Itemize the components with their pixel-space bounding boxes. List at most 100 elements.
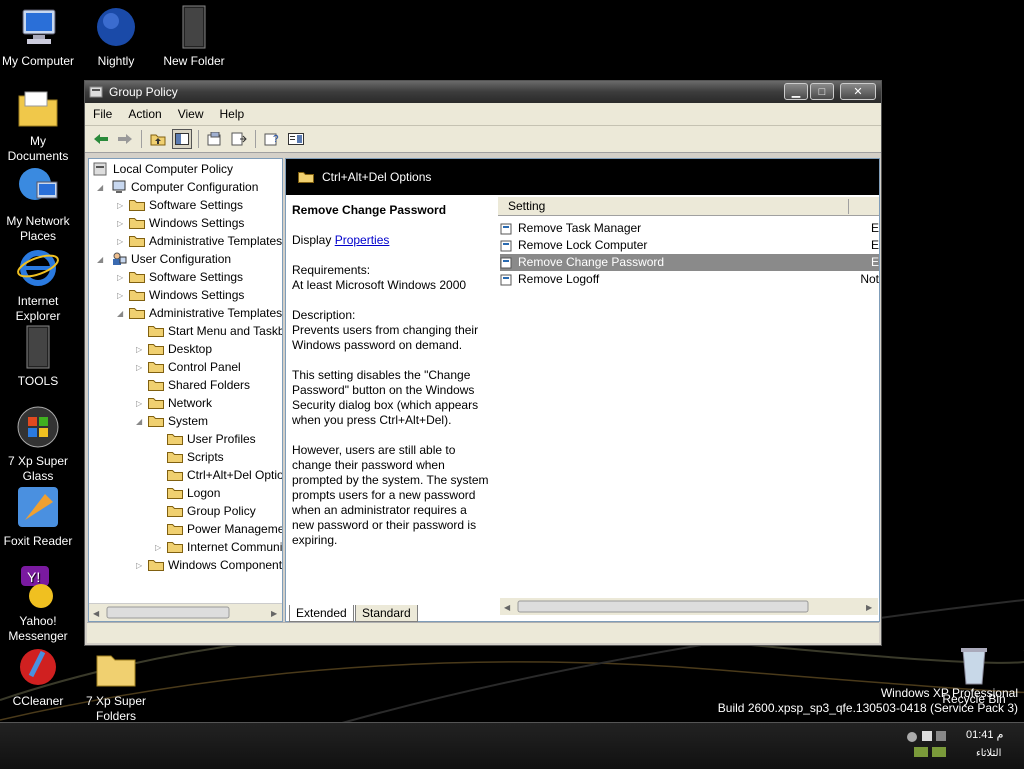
tree-item-shared-folders[interactable]: Shared Folders bbox=[148, 376, 250, 394]
menu-file[interactable]: File bbox=[85, 107, 120, 121]
tree-item-cc-software-settings[interactable]: Software Settings bbox=[129, 196, 243, 214]
expand-icon[interactable]: ▷ bbox=[117, 237, 123, 246]
folder-icon bbox=[171, 4, 217, 50]
extended-description: Remove Change Password Display Propertie… bbox=[292, 203, 492, 563]
expand-icon[interactable]: ▷ bbox=[155, 543, 161, 552]
tray-clock[interactable]: 01:41 م bbox=[966, 728, 1003, 741]
desktop-icon-new-folder[interactable]: New Folder bbox=[156, 4, 232, 69]
expand-icon[interactable]: ▷ bbox=[117, 273, 123, 282]
console-tree: Local Computer Policy ◢ Computer Configu… bbox=[88, 158, 283, 622]
desktop-icon-my-network-places[interactable]: My Network Places bbox=[0, 164, 76, 244]
help-button[interactable]: ? bbox=[262, 129, 282, 149]
tree-item-system[interactable]: System bbox=[148, 412, 208, 430]
folder-icon bbox=[167, 541, 183, 553]
tab-standard[interactable]: Standard bbox=[355, 605, 418, 622]
tree-item-cc-administrative-templates[interactable]: Administrative Templates bbox=[129, 232, 282, 250]
desktop-icon-internet-explorer[interactable]: Internet Explorer bbox=[0, 244, 76, 324]
menu-action[interactable]: Action bbox=[120, 107, 169, 121]
column-divider[interactable] bbox=[848, 199, 849, 214]
title-bar[interactable]: Group Policy ▁ □ ✕ bbox=[85, 81, 881, 103]
list-item-selected[interactable]: Remove Change Password E bbox=[500, 254, 879, 271]
tree-item-ctrl-alt-del-options[interactable]: Ctrl+Alt+Del Options bbox=[167, 466, 282, 484]
expand-icon[interactable]: ▷ bbox=[136, 345, 142, 354]
tree-item-local-computer-policy[interactable]: Local Computer Policy bbox=[93, 160, 233, 178]
shield-icon[interactable] bbox=[914, 747, 928, 757]
sync-icon[interactable] bbox=[932, 747, 946, 757]
folder-up-icon bbox=[150, 134, 166, 146]
tab-extended[interactable]: Extended bbox=[289, 605, 354, 622]
back-button[interactable] bbox=[91, 129, 111, 149]
export-list-button[interactable] bbox=[229, 129, 249, 149]
show-hide-tree-button[interactable] bbox=[172, 129, 192, 149]
desktop-icon-nightly[interactable]: Nightly bbox=[78, 4, 154, 69]
expand-icon[interactable]: ▷ bbox=[117, 201, 123, 210]
policy-setting-icon bbox=[500, 240, 512, 252]
tree-item-cc-windows-settings[interactable]: Windows Settings bbox=[129, 214, 244, 232]
up-one-level-button[interactable] bbox=[148, 129, 168, 149]
documents-folder-icon bbox=[15, 84, 61, 130]
tree-item-group-policy[interactable]: Group Policy bbox=[167, 502, 256, 520]
properties-link[interactable]: Properties bbox=[335, 233, 390, 247]
desktop-icon-my-documents[interactable]: My Documents bbox=[0, 84, 76, 164]
menu-help[interactable]: Help bbox=[212, 107, 253, 121]
group-policy-icon bbox=[89, 86, 103, 98]
flag-icon[interactable] bbox=[922, 731, 932, 741]
desktop-icon-yahoo-messenger[interactable]: Y! Yahoo! Messenger bbox=[0, 564, 76, 644]
show-hide-description-button[interactable] bbox=[286, 129, 306, 149]
folder-icon bbox=[148, 559, 164, 571]
tree-item-logon[interactable]: Logon bbox=[167, 484, 220, 502]
display-properties-line: Display Properties bbox=[292, 233, 390, 247]
list-horizontal-scrollbar[interactable]: ◀ ▶ bbox=[500, 598, 878, 615]
forward-button[interactable] bbox=[115, 129, 135, 149]
expand-icon[interactable]: ▷ bbox=[136, 399, 142, 408]
collapse-icon[interactable]: ◢ bbox=[117, 309, 123, 318]
tree-item-start-menu-taskbar[interactable]: Start Menu and Taskbar bbox=[148, 322, 282, 340]
tree-item-control-panel[interactable]: Control Panel bbox=[148, 358, 241, 376]
list-item[interactable]: Remove Task Manager E bbox=[500, 220, 879, 237]
tree-item-user-configuration[interactable]: User Configuration bbox=[111, 250, 231, 268]
expand-icon[interactable]: ▷ bbox=[136, 363, 142, 372]
toolbar-separator bbox=[141, 130, 142, 148]
folder-icon bbox=[148, 397, 164, 409]
desktop-icon-tools[interactable]: TOOLS bbox=[0, 324, 76, 389]
folder-icon bbox=[167, 505, 183, 517]
expand-icon[interactable]: ▷ bbox=[136, 561, 142, 570]
tree-item-uc-windows-settings[interactable]: Windows Settings bbox=[129, 286, 244, 304]
collapse-icon[interactable]: ◢ bbox=[97, 255, 103, 264]
desktop-icon-7xp-super-folders[interactable]: 7 Xp Super Folders bbox=[78, 644, 154, 724]
desktop-icon-7xp-super-glass[interactable]: 7 Xp Super Glass bbox=[0, 404, 76, 484]
network-icon[interactable] bbox=[936, 731, 946, 741]
maximize-button[interactable]: □ bbox=[810, 83, 834, 100]
tree-item-uc-software-settings[interactable]: Software Settings bbox=[129, 268, 243, 286]
tree-item-internet-communication[interactable]: Internet Communication bbox=[167, 538, 282, 556]
collapse-icon[interactable]: ◢ bbox=[97, 183, 103, 192]
properties-icon bbox=[207, 132, 221, 146]
tree-item-windows-components[interactable]: Windows Components bbox=[148, 556, 282, 574]
list-item[interactable]: Remove Logoff Not bbox=[500, 271, 879, 288]
folder-icon bbox=[93, 644, 139, 690]
volume-icon[interactable] bbox=[907, 732, 917, 742]
properties-button[interactable] bbox=[205, 129, 225, 149]
tree-item-power-management[interactable]: Power Management bbox=[167, 520, 282, 538]
collapse-icon[interactable]: ◢ bbox=[136, 417, 142, 426]
svg-text:Y!: Y! bbox=[27, 569, 40, 585]
desktop-icon-ccleaner[interactable]: CCleaner bbox=[0, 644, 76, 709]
group-policy-window: Group Policy ▁ □ ✕ File Action View Help… bbox=[84, 80, 882, 646]
tree-horizontal-scrollbar[interactable]: ◀ ▶ bbox=[89, 603, 282, 621]
tree-item-user-profiles[interactable]: User Profiles bbox=[167, 430, 256, 448]
expand-icon[interactable]: ▷ bbox=[117, 219, 123, 228]
menu-view[interactable]: View bbox=[170, 107, 212, 121]
tree-item-scripts[interactable]: Scripts bbox=[167, 448, 224, 466]
tree-item-uc-administrative-templates[interactable]: Administrative Templates bbox=[129, 304, 282, 322]
close-button[interactable]: ✕ bbox=[840, 83, 876, 100]
list-item[interactable]: Remove Lock Computer E bbox=[500, 237, 879, 254]
desktop-icon-my-computer[interactable]: My Computer bbox=[0, 4, 76, 69]
tree-item-network[interactable]: Network bbox=[148, 394, 212, 412]
minimize-button[interactable]: ▁ bbox=[784, 83, 808, 100]
desktop-icon-foxit-reader[interactable]: Foxit Reader bbox=[0, 484, 76, 549]
expand-icon[interactable]: ▷ bbox=[117, 291, 123, 300]
tree-item-computer-configuration[interactable]: Computer Configuration bbox=[111, 178, 258, 196]
ie-icon bbox=[15, 244, 61, 290]
column-header-setting[interactable]: Setting bbox=[498, 197, 879, 216]
tree-item-desktop[interactable]: Desktop bbox=[148, 340, 212, 358]
